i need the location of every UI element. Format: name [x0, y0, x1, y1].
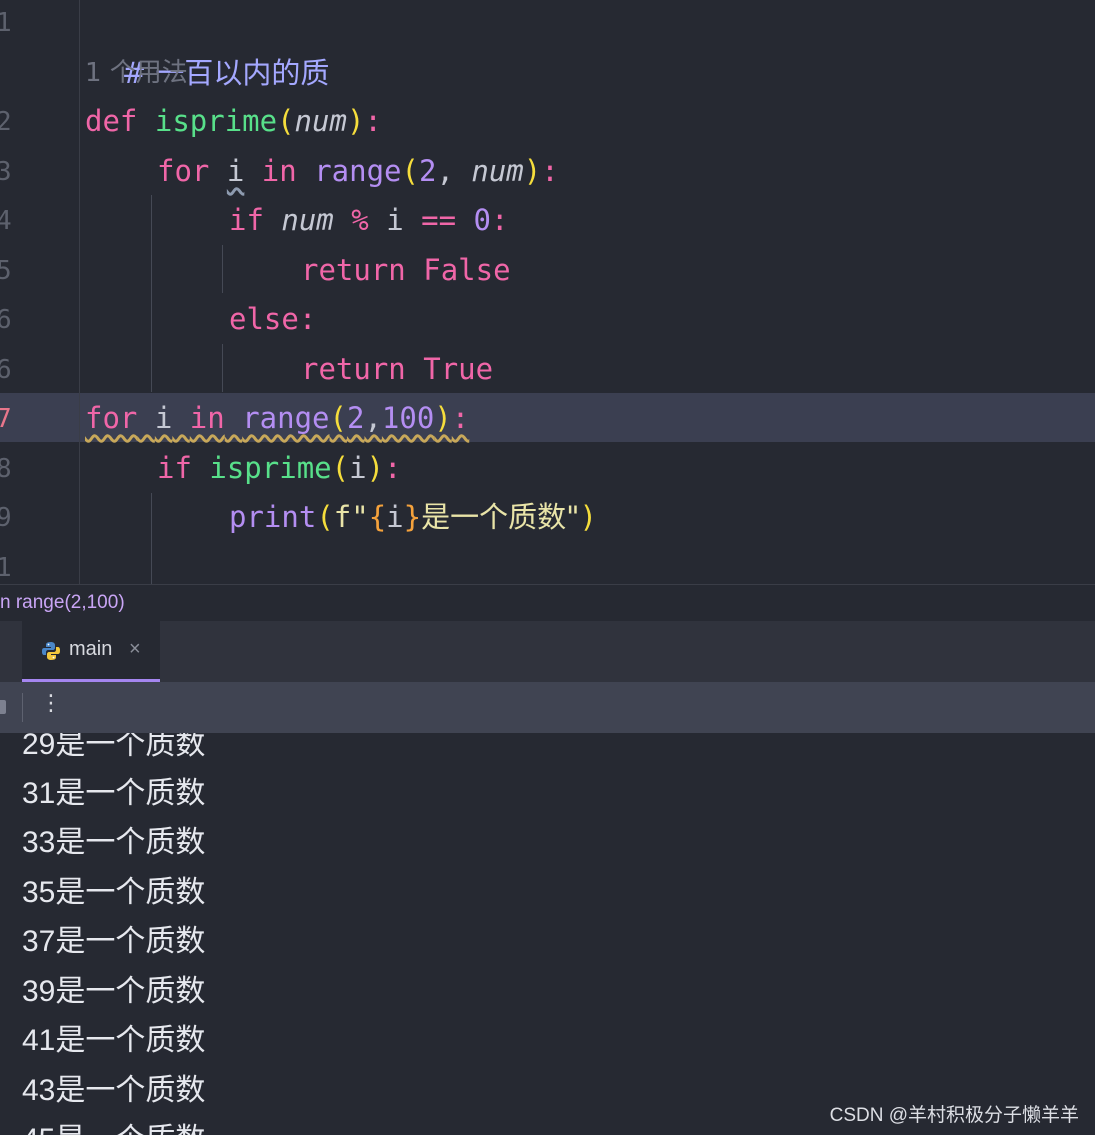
- indent-guide: [151, 195, 152, 392]
- console-line: 43是一个质数: [22, 1074, 206, 1107]
- console-line: 29是一个质数: [22, 733, 206, 761]
- console-line: 33是一个质数: [22, 826, 206, 859]
- console-line: 39是一个质数: [22, 975, 206, 1008]
- usage-hint[interactable]: 1 个用法: [85, 49, 188, 98]
- line-number: 6: [0, 305, 12, 335]
- console-line: 41是一个质数: [22, 1024, 206, 1057]
- stop-icon[interactable]: [0, 700, 6, 714]
- code-line: if isprime(i):: [157, 451, 402, 485]
- code-line: for i in range(2, num):: [157, 154, 559, 188]
- console-output[interactable]: 29是一个质数 31是一个质数 33是一个质数 35是一个质数 37是一个质数 …: [0, 733, 1095, 1135]
- run-tab-main[interactable]: main ×: [22, 621, 160, 682]
- code-line: if num % i == 0:: [229, 203, 509, 237]
- console-line: 35是一个质数: [22, 876, 206, 909]
- line-number-active: 7: [0, 404, 12, 434]
- code-line-current: for i in range(2,100):: [85, 401, 470, 435]
- run-tab-bar: main ×: [0, 621, 1095, 682]
- line-number-gutter: 1 2 3 4 5 6 6 7 8 9 1: [0, 0, 79, 584]
- code-line-comment: # 一百以内的质: [121, 56, 330, 90]
- close-icon[interactable]: ×: [129, 638, 141, 661]
- toolbar-divider: [22, 693, 23, 722]
- line-number: 5: [0, 256, 12, 286]
- indent-guide: [222, 245, 223, 293]
- console-line: 37是一个质数: [22, 925, 206, 958]
- line-number: 2: [0, 107, 12, 137]
- more-options-icon[interactable]: ⋮: [40, 691, 62, 716]
- line-number: 6: [0, 355, 12, 385]
- code-line: print(f"{i}是一个质数"): [229, 500, 597, 534]
- code-line: def isprime(num):: [85, 104, 382, 138]
- gutter-divider: [79, 0, 80, 584]
- console-line: 45是一个质数: [22, 1114, 205, 1135]
- line-number: 4: [0, 206, 12, 236]
- line-number: 1: [0, 553, 12, 583]
- console-line: 31是一个质数: [22, 777, 206, 810]
- line-number: 3: [0, 157, 12, 187]
- line-number: 8: [0, 454, 12, 484]
- line-number: 9: [0, 503, 12, 533]
- code-editor[interactable]: 1 2 3 4 5 6 6 7 8 9 1 # 一百以内的质 1 个用法 def…: [0, 0, 1095, 584]
- run-toolbar: ⋮: [0, 682, 1095, 733]
- code-line: else:: [229, 302, 317, 336]
- tab-label: main: [69, 638, 113, 660]
- code-line: return True: [301, 352, 494, 386]
- breadcrumb-bar: n range(2,100): [0, 584, 1095, 622]
- watermark: CSDN @羊村积极分子懒羊羊: [829, 1105, 1079, 1126]
- code-line: return False: [301, 253, 511, 287]
- breadcrumb[interactable]: n range(2,100): [0, 592, 125, 614]
- python-icon: [42, 642, 60, 660]
- indent-guide: [151, 493, 152, 584]
- line-number: 1: [0, 8, 12, 38]
- indent-guide: [222, 344, 223, 392]
